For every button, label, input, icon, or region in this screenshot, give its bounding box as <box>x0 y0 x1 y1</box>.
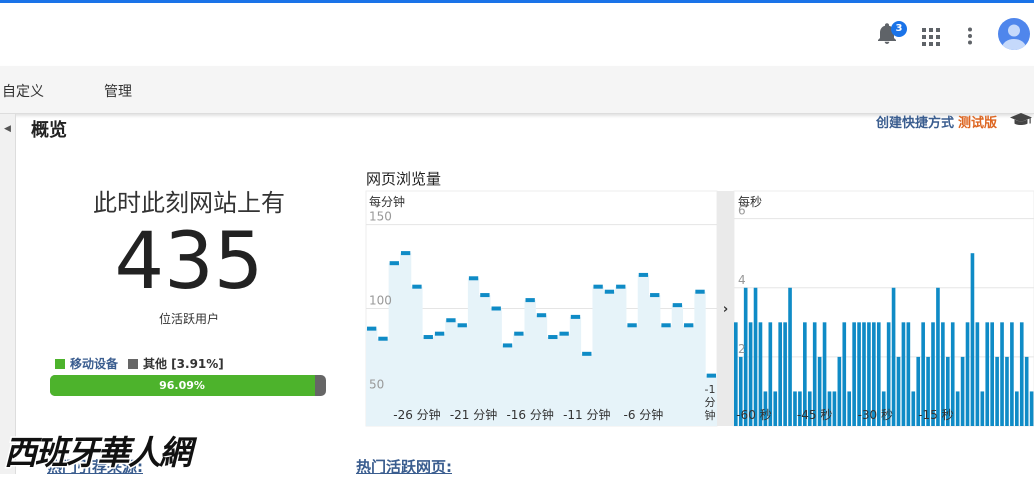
minute-data-mark <box>661 323 671 328</box>
second-bar <box>985 322 990 426</box>
second-bar <box>1015 391 1019 426</box>
minute-x-tick-label: 钟 <box>705 408 716 422</box>
minute-x-tick-label: -26 分钟 <box>393 407 440 422</box>
second-bar <box>980 391 985 426</box>
svg-text:西班牙華人網: 西班牙華人網 <box>4 433 198 472</box>
second-bar <box>995 356 999 426</box>
minute-data-mark <box>706 373 716 378</box>
minute-data-mark <box>570 314 581 319</box>
minute-x-tick-label: -11 分钟 <box>563 407 610 422</box>
watermark-logo: 西班牙華人網 <box>2 430 202 478</box>
second-x-tick-label: -60 秒 <box>736 408 771 422</box>
minute-chart-subtitle: 每分钟 <box>369 194 405 209</box>
second-bar <box>970 253 975 426</box>
second-bar <box>965 322 970 426</box>
minute-x-tick-label: -21 分钟 <box>450 407 497 422</box>
minute-y-tick-label: 100 <box>369 294 392 308</box>
second-bar <box>778 322 782 426</box>
second-bar <box>1019 322 1024 426</box>
second-bar <box>1000 322 1004 426</box>
second-bar <box>1010 322 1014 426</box>
second-bar <box>891 287 896 426</box>
pageviews-charts: › 每分钟 每秒 50100150-26 分钟 -21 分钟 -16 分钟 -11 分… <box>365 190 1034 427</box>
second-bar <box>753 287 758 426</box>
minute-data-mark <box>525 298 535 303</box>
second-bar <box>960 356 965 426</box>
second-bar <box>837 356 842 426</box>
second-bar <box>783 322 787 426</box>
second-bar <box>773 391 778 426</box>
minute-data-mark <box>548 335 558 340</box>
minute-data-mark <box>468 276 479 281</box>
second-bar <box>847 391 852 426</box>
second-y-tick-label: 2 <box>738 342 746 356</box>
minute-data-mark <box>684 323 694 328</box>
second-y-tick-label: 4 <box>738 273 746 287</box>
minute-data-mark <box>434 331 445 336</box>
second-bar <box>842 322 847 426</box>
minute-data-mark <box>672 303 683 308</box>
minute-data-mark <box>367 326 377 331</box>
second-bar <box>1024 356 1029 426</box>
second-bar <box>852 322 856 426</box>
second-bar <box>911 391 916 426</box>
minute-data-mark <box>514 331 524 336</box>
minute-data-mark <box>423 335 433 340</box>
minute-x-tick-label: 分 <box>705 396 716 409</box>
minute-y-tick-label: 150 <box>369 210 392 224</box>
minute-data-mark <box>695 289 705 294</box>
minute-data-mark <box>389 261 399 266</box>
second-bar <box>936 287 940 426</box>
minute-data-mark <box>593 284 603 289</box>
second-bar <box>1005 356 1009 426</box>
second-bar <box>990 322 994 426</box>
minute-data-mark <box>412 284 422 289</box>
minute-data-mark <box>559 331 569 336</box>
minute-data-mark <box>446 318 456 323</box>
minute-data-mark <box>457 323 467 328</box>
second-x-tick-label: -15 秒 <box>918 408 953 422</box>
minute-data-mark <box>480 293 490 298</box>
splitter-arrow-icon[interactable]: › <box>723 302 728 317</box>
minute-data-mark <box>604 289 615 294</box>
second-bar <box>906 322 911 426</box>
minute-data-mark <box>536 313 547 318</box>
minute-x-tick-label: -1 <box>705 383 716 396</box>
minute-y-tick-label: 50 <box>369 377 384 391</box>
second-bar <box>1029 391 1034 426</box>
minute-data-mark <box>638 272 649 277</box>
minute-data-mark <box>502 343 513 348</box>
second-y-tick-label: 6 <box>738 204 746 218</box>
minute-data-mark <box>400 251 411 256</box>
minute-data-mark <box>616 284 626 289</box>
minute-data-mark <box>378 336 388 341</box>
minute-data-mark <box>627 323 637 328</box>
second-x-tick-label: -45 秒 <box>797 408 832 422</box>
second-bar <box>788 287 792 426</box>
second-bar <box>975 322 980 426</box>
minute-data-mark <box>491 306 501 311</box>
second-bar <box>832 391 837 426</box>
second-bar <box>896 356 901 426</box>
minute-x-tick-label: -16 分钟 <box>506 407 553 422</box>
second-bar <box>955 391 960 426</box>
second-x-tick-label: -30 秒 <box>858 408 893 422</box>
minute-data-mark <box>650 293 660 298</box>
second-bar <box>901 322 906 426</box>
second-bar <box>743 287 748 426</box>
minute-x-tick-label: -6 分钟 <box>624 407 664 422</box>
minute-data-mark <box>582 351 592 356</box>
